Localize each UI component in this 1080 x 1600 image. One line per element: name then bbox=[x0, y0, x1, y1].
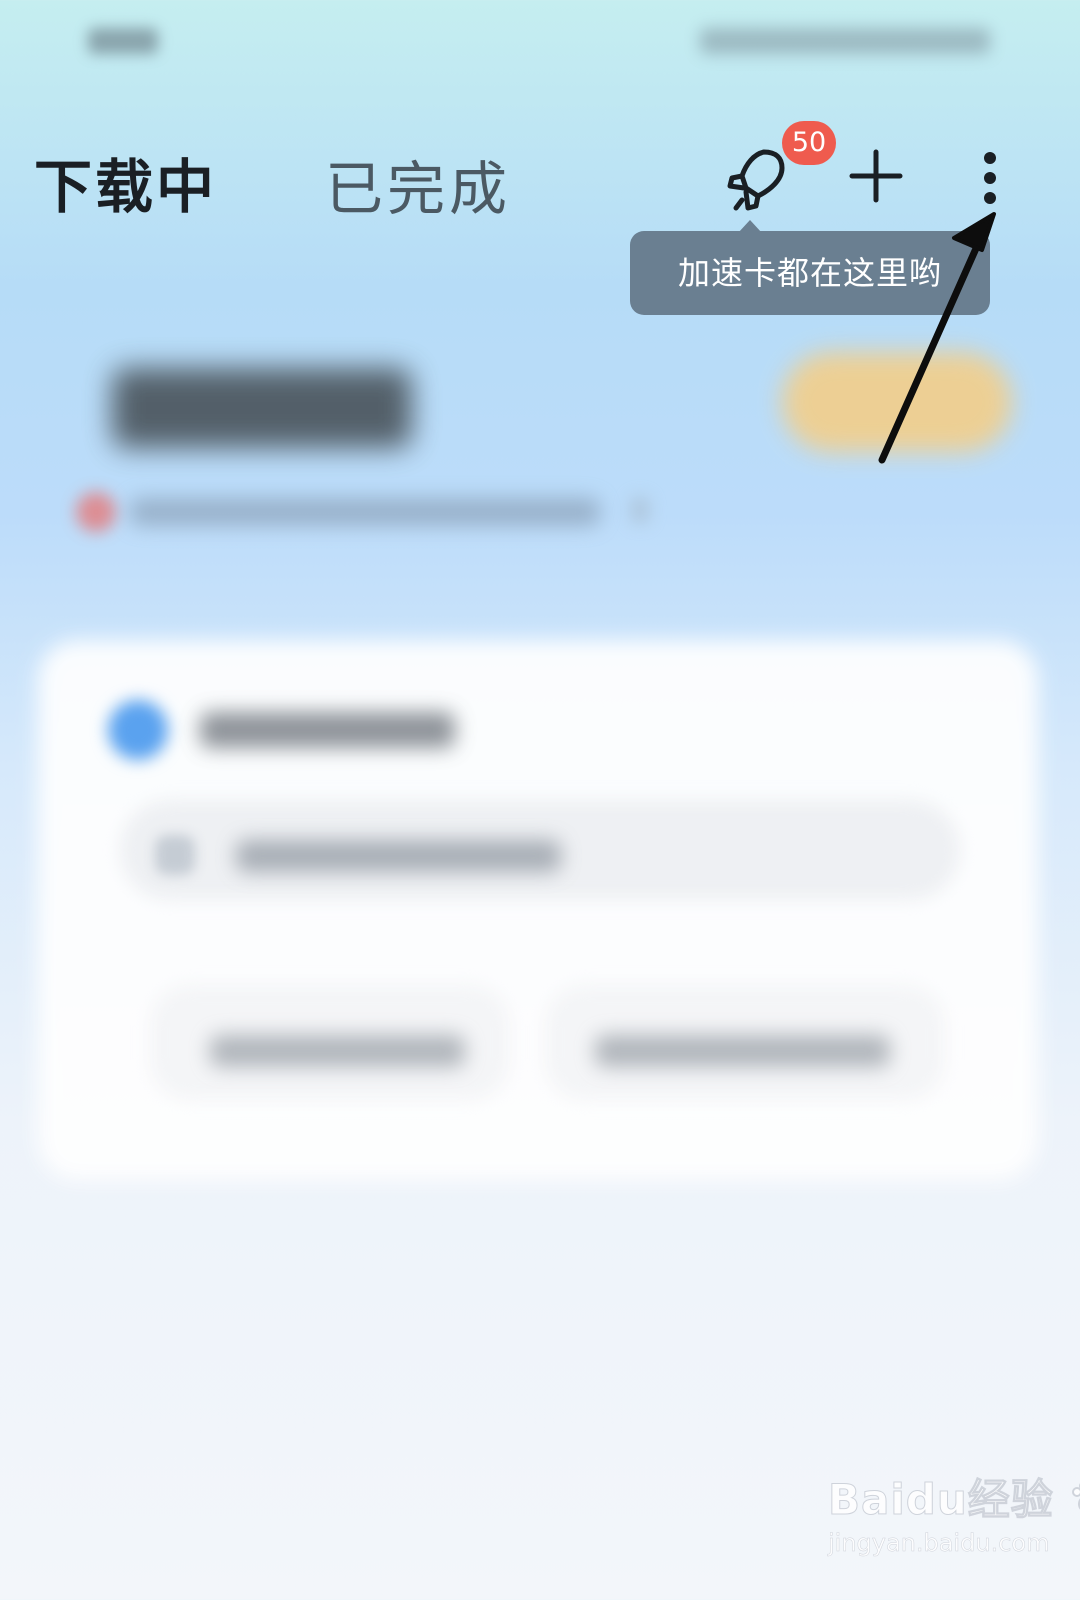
hero-title-blurred bbox=[112, 368, 412, 448]
watermark-logo-text: Baidu经验 bbox=[828, 1475, 1054, 1525]
card-button-right-label-blurred bbox=[595, 1035, 890, 1067]
card-button-left-label-blurred bbox=[210, 1035, 465, 1067]
tab-completed[interactable]: 已完成 bbox=[325, 142, 511, 226]
watermark-logo: Baidu经验 bbox=[828, 1466, 1080, 1527]
hero-action-button-blurred[interactable] bbox=[782, 352, 1012, 452]
plus-icon[interactable] bbox=[848, 148, 904, 204]
rocket-badge-count: 50 bbox=[782, 121, 836, 165]
status-bar-time bbox=[88, 28, 158, 54]
status-bar-indicators bbox=[700, 28, 990, 54]
watermark-url: jingyan.baidu.com bbox=[828, 1529, 1050, 1558]
hero-status-dot bbox=[76, 492, 116, 532]
baidu-watermark: Baidu经验 jingyan.baidu.com bbox=[828, 1466, 1080, 1557]
card-pill-icon bbox=[155, 835, 195, 875]
card-pill-text-blurred bbox=[236, 840, 561, 872]
paw-icon bbox=[1072, 1483, 1080, 1510]
rocket-icon[interactable] bbox=[724, 146, 790, 212]
hero-chevron-icon bbox=[630, 496, 650, 524]
card-app-icon bbox=[108, 700, 168, 760]
more-vertical-icon[interactable] bbox=[980, 150, 1000, 206]
acceleration-card-tooltip[interactable]: 加速卡都在这里哟 bbox=[630, 231, 990, 315]
hero-subtitle-blurred bbox=[130, 498, 600, 526]
card-title-blurred bbox=[200, 712, 455, 748]
tab-downloading[interactable]: 下载中 bbox=[34, 140, 217, 224]
